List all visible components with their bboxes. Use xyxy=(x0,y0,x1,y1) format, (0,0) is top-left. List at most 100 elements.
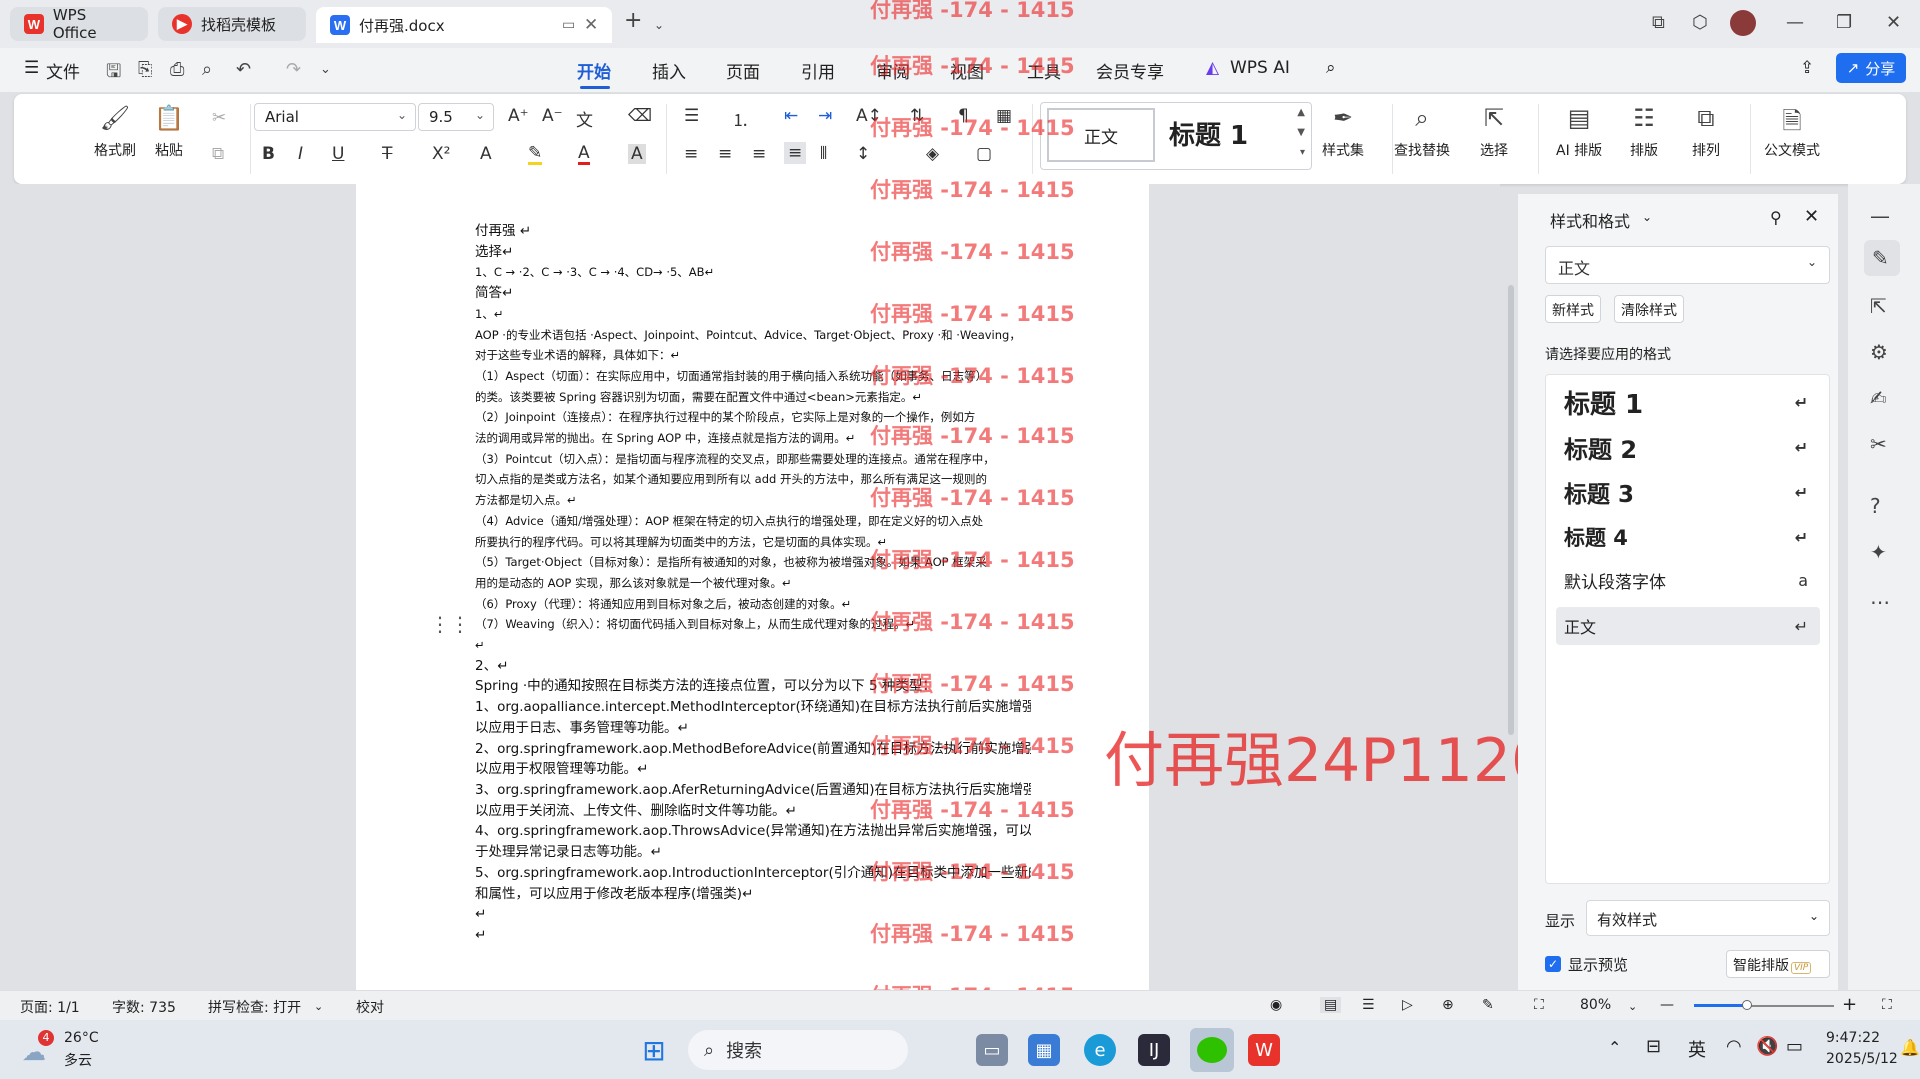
drag-handle-icon[interactable]: ⋮⋮ xyxy=(430,612,470,636)
smart-layout-button[interactable]: 智能排版 VIP xyxy=(1726,950,1830,978)
decrease-indent-icon[interactable]: ⇤ xyxy=(784,106,798,126)
wechat-icon[interactable] xyxy=(1190,1028,1234,1072)
zoom-out-icon[interactable]: — xyxy=(1660,997,1674,1013)
clear-format-icon[interactable]: ⌫ xyxy=(628,106,652,126)
strikethrough-icon[interactable]: T xyxy=(382,144,392,164)
official-doc-mode-button[interactable]: 🗎 公文模式 xyxy=(1764,104,1820,160)
layout-button[interactable]: ☷ 排版 xyxy=(1630,104,1658,160)
document-line[interactable]: 1、org.aopalliance.intercept.MethodInterc… xyxy=(475,697,1031,718)
zoom-value[interactable]: 80% xyxy=(1580,997,1611,1013)
vertical-scrollbar[interactable] xyxy=(1506,190,1516,980)
tab-wps-ai[interactable]: WPS AI xyxy=(1230,58,1290,78)
gallery-down-icon[interactable]: ▼ xyxy=(1297,127,1305,138)
file-menu-icon[interactable]: ☰ xyxy=(24,58,39,78)
ime-indicator[interactable]: 英 xyxy=(1688,1036,1706,1062)
redo-icon[interactable]: ↷ xyxy=(286,59,301,80)
save-icon[interactable]: 🖫 xyxy=(106,59,121,89)
tablet-mode-icon[interactable]: ⧉ xyxy=(1652,12,1665,33)
align-center-icon[interactable]: ≡ xyxy=(718,144,732,164)
notification-icon[interactable]: 🔔 xyxy=(1900,1038,1920,1057)
restore-icon[interactable]: ❐ xyxy=(1836,12,1852,33)
style-set-button[interactable]: ✒ 样式集 xyxy=(1322,104,1364,160)
spell-check-status[interactable]: 拼写检查: 打开 xyxy=(208,997,301,1017)
justify-icon[interactable]: ≡ xyxy=(784,142,807,164)
edge-icon[interactable]: e xyxy=(1084,1034,1116,1066)
pinyin-icon[interactable]: 文 xyxy=(576,106,593,131)
chevron-down-icon[interactable]: ⌄ xyxy=(654,18,664,32)
char-shading-icon[interactable]: A xyxy=(628,144,646,164)
bullet-list-icon[interactable]: ☰ xyxy=(684,106,699,126)
print-icon[interactable]: ⎙ xyxy=(170,59,184,80)
style-pane-icon[interactable]: ✎ xyxy=(1864,240,1900,276)
export-pdf-icon[interactable]: ⎘ xyxy=(138,59,152,80)
word-count[interactable]: 字数: 735 xyxy=(112,997,176,1017)
current-style-select[interactable]: 正文 ⌄ xyxy=(1545,246,1830,284)
numbered-list-icon[interactable]: ⒈ xyxy=(732,106,749,131)
style-heading1[interactable]: 标题 1 ↵ xyxy=(1556,383,1820,421)
increase-indent-icon[interactable]: ⇥ xyxy=(818,106,832,126)
style-heading3[interactable]: 标题 3 ↵ xyxy=(1556,473,1820,511)
tab-document[interactable]: W 付再强.docx ▭ ✕ xyxy=(316,7,612,43)
page-count[interactable]: 页面: 1/1 xyxy=(20,997,80,1017)
tab-docer[interactable]: ▶ 找稻壳模板 xyxy=(158,7,306,41)
battery-icon[interactable]: ▭ xyxy=(1786,1036,1803,1057)
align-right-icon[interactable]: ≡ xyxy=(752,144,766,164)
undo-icon[interactable]: ↶ xyxy=(236,59,251,80)
copy-icon[interactable]: ⧉ xyxy=(212,144,224,164)
style-normal[interactable]: 正文 ↵ xyxy=(1556,607,1820,645)
minimize-icon[interactable]: — xyxy=(1786,12,1804,33)
jetbrains-icon[interactable]: IJ xyxy=(1138,1034,1170,1066)
wps-taskbar-icon[interactable]: W xyxy=(1248,1034,1280,1066)
grow-font-icon[interactable]: A⁺ xyxy=(508,106,529,126)
bold-icon[interactable]: B xyxy=(262,144,275,164)
document-line[interactable]: 和属性，可以应用于修改老版本程序(增强类)↵ xyxy=(475,884,1031,905)
select-pane-icon[interactable]: ⇱ xyxy=(1870,294,1887,318)
scrollbar-thumb[interactable] xyxy=(1508,285,1514,735)
windows-start-icon[interactable]: ⊞ xyxy=(638,1034,670,1067)
line-spacing-icon[interactable]: ↕ xyxy=(856,144,870,164)
style-heading4[interactable]: 标题 4 ↵ xyxy=(1556,518,1820,556)
cloud-upload-icon[interactable]: ⇪ xyxy=(1800,58,1814,78)
search-icon[interactable]: ⌕ xyxy=(1326,58,1336,78)
paste-button[interactable]: 📋 粘贴 xyxy=(154,104,184,160)
gallery-more-icon[interactable]: ▾ xyxy=(1300,147,1305,158)
cut-icon[interactable]: ✂ xyxy=(212,108,226,128)
arrange-button[interactable]: ⧉ 排列 xyxy=(1692,104,1720,160)
close-window-icon[interactable]: ✕ xyxy=(1886,12,1901,33)
document-line[interactable]: ↵ xyxy=(475,635,1031,656)
document-body[interactable]: 付再强 ↵ 选择↵ 1、C → ·2、C → ·3、C → ·4、CD→ ·5、AB… xyxy=(475,221,1031,946)
more-icon[interactable]: ⋯ xyxy=(1870,590,1890,614)
borders-icon[interactable]: ▢ xyxy=(976,144,992,164)
help-icon[interactable]: ? xyxy=(1870,494,1881,518)
tab-references[interactable]: 引用 xyxy=(801,58,835,83)
shading-icon[interactable]: ◈ xyxy=(926,144,939,164)
clock-time[interactable]: 9:47:22 xyxy=(1826,1030,1880,1046)
cube-icon[interactable]: ⬡ xyxy=(1692,12,1708,33)
adjust-icon[interactable]: ⚙ xyxy=(1870,340,1888,364)
font-family-select[interactable]: Arial ⌄ xyxy=(254,103,416,131)
page-view-icon[interactable]: ▤ xyxy=(1320,997,1342,1013)
shrink-font-icon[interactable]: A⁻ xyxy=(542,106,563,126)
clock-date[interactable]: 2025/5/12 xyxy=(1826,1051,1898,1067)
style-default-font[interactable]: 默认段落字体 a xyxy=(1556,561,1820,599)
text-effect-icon[interactable]: A xyxy=(480,144,492,164)
font-size-select[interactable]: 9.5 ⌄ xyxy=(418,103,494,131)
document-line[interactable]: 以应用于权限管理等功能。↵ xyxy=(475,759,1031,780)
pin-icon[interactable]: ⚲ xyxy=(1770,208,1782,227)
taskbar-search[interactable]: ⌕ 搜索 xyxy=(688,1030,908,1070)
gallery-up-icon[interactable]: ▲ xyxy=(1297,107,1305,118)
pen-icon[interactable]: ✎ xyxy=(1482,997,1494,1013)
tab-insert[interactable]: 插入 xyxy=(652,58,686,83)
style-heading2[interactable]: 标题 2 ↵ xyxy=(1556,428,1820,466)
show-filter-select[interactable]: 有效样式 ⌄ xyxy=(1586,900,1830,936)
style-heading1-button[interactable]: 标题 1 xyxy=(1169,115,1248,152)
document-line[interactable]: （3）Pointcut（切入点）：是指切面与程序流程的交叉点，即那些需要处理的连… xyxy=(475,449,1031,470)
close-tab-icon[interactable]: ✕ xyxy=(584,15,598,35)
tray-overflow-icon[interactable]: ⌃ xyxy=(1608,1038,1621,1057)
new-tab-button[interactable]: + xyxy=(624,8,642,33)
select-button[interactable]: ⇱ 选择 xyxy=(1480,104,1508,160)
outline-view-icon[interactable]: ☰ xyxy=(1362,997,1375,1013)
superscript-icon[interactable]: X² xyxy=(432,144,450,164)
avatar[interactable] xyxy=(1730,10,1756,36)
new-style-button[interactable]: 新样式 xyxy=(1545,295,1601,323)
